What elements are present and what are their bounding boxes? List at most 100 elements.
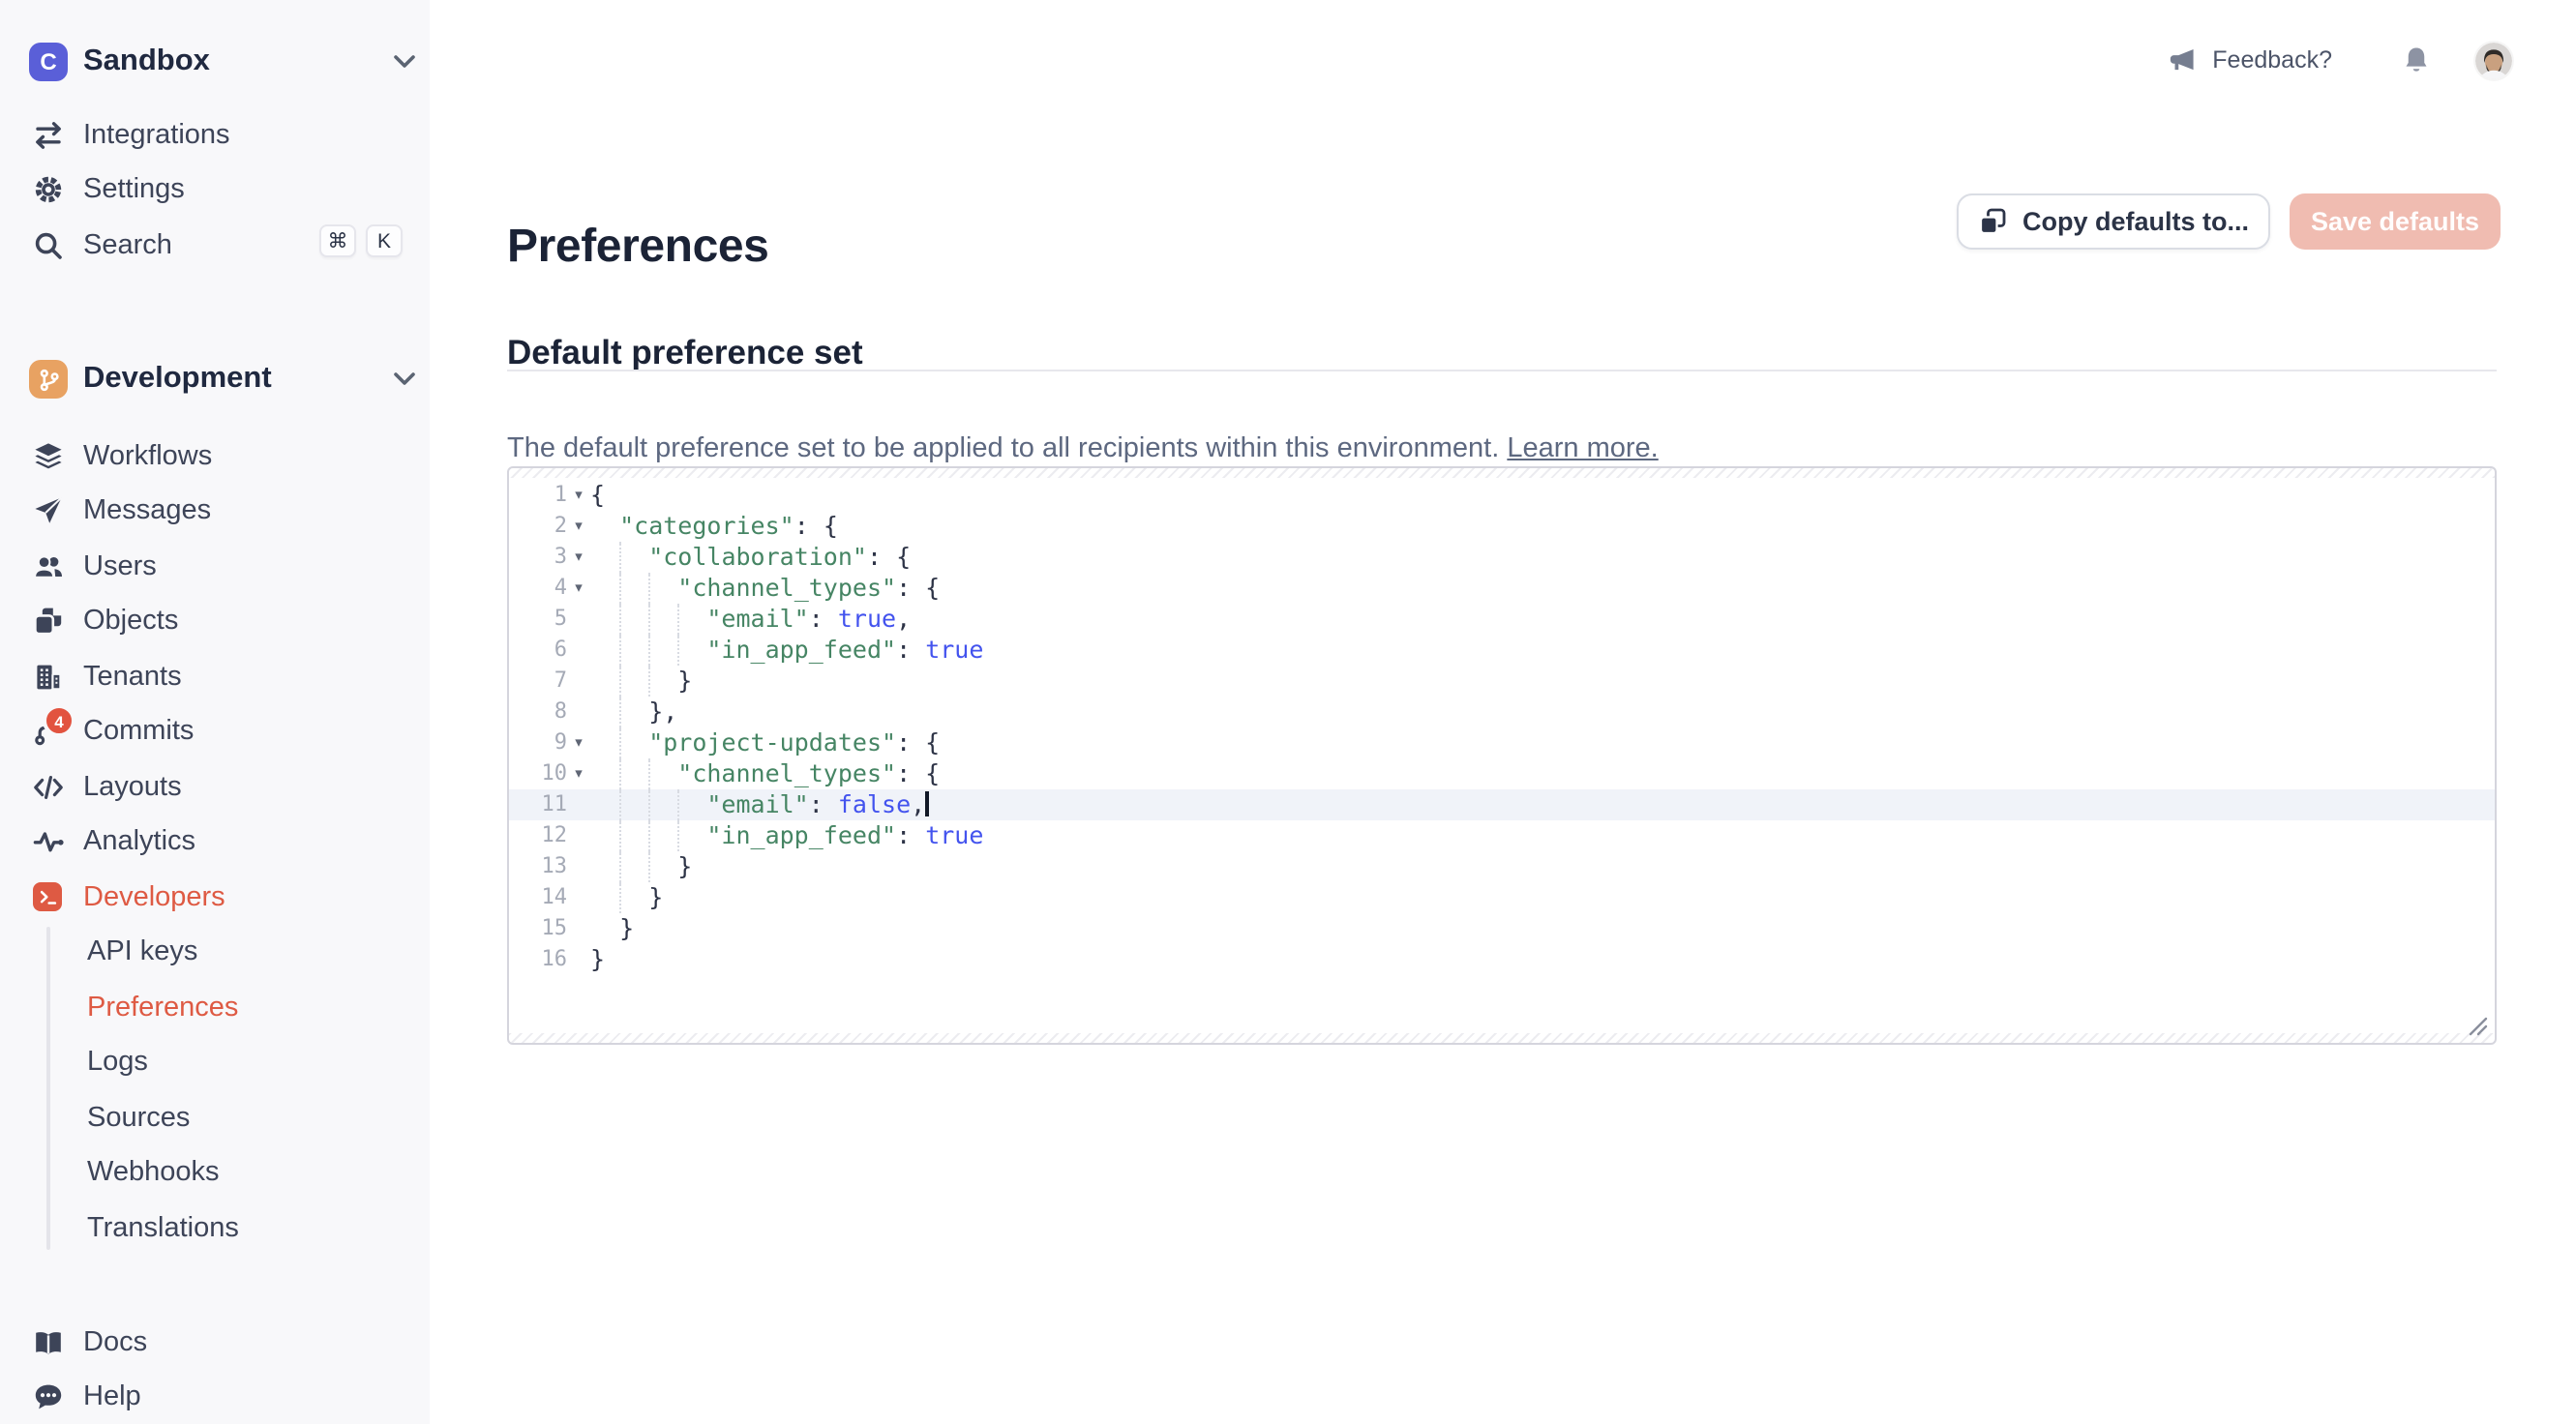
sidebar-subitem-preferences[interactable]: Preferences bbox=[87, 987, 238, 1029]
environment-switcher[interactable]: Development bbox=[29, 352, 272, 406]
code-line-11[interactable]: 11"email": false, bbox=[509, 789, 2495, 820]
code-line-4[interactable]: 4▾ "channel_types": { bbox=[509, 573, 2495, 604]
indent-guide bbox=[677, 604, 706, 635]
code-line-8[interactable]: 8}, bbox=[509, 697, 2495, 727]
code-line-3[interactable]: 3▾"collaboration": { bbox=[509, 542, 2495, 573]
fold-icon[interactable]: ▾ bbox=[567, 480, 590, 511]
sidebar-subitem-logs[interactable]: Logs bbox=[87, 1041, 148, 1083]
json-key: "channel_types" bbox=[677, 573, 896, 602]
indent-guide bbox=[619, 758, 648, 789]
code-line-5[interactable]: 5"email": true, bbox=[509, 604, 2495, 635]
copy-defaults-button[interactable]: Copy defaults to... bbox=[1957, 193, 2270, 250]
indent-space bbox=[590, 511, 619, 542]
indent-guide bbox=[677, 820, 706, 851]
code-line-7[interactable]: 7} bbox=[509, 666, 2495, 697]
indent-space bbox=[590, 882, 619, 913]
sidebar-item-label: Users bbox=[83, 551, 157, 582]
json-punctuation: : bbox=[809, 604, 838, 633]
line-number: 1 bbox=[509, 480, 567, 511]
chat-bubble-icon bbox=[33, 1381, 64, 1412]
code-line-10[interactable]: 10▾"channel_types": { bbox=[509, 758, 2495, 789]
line-number: 14 bbox=[509, 882, 567, 913]
terminal-icon bbox=[33, 882, 62, 911]
indent-guide bbox=[619, 727, 648, 758]
line-number: 5 bbox=[509, 604, 567, 635]
indent-space bbox=[590, 851, 619, 882]
feedback-button[interactable]: Feedback? bbox=[2168, 0, 2332, 120]
copy-icon bbox=[1978, 207, 2007, 236]
json-punctuation: : { bbox=[896, 573, 940, 602]
sidebar-item-developers[interactable]: Developers bbox=[33, 875, 225, 921]
indent-guide bbox=[648, 789, 677, 820]
layers-icon bbox=[33, 441, 64, 472]
notifications-button[interactable] bbox=[2402, 0, 2431, 120]
code-line-1[interactable]: 1▾{ bbox=[509, 480, 2495, 511]
sidebar-subitem-webhooks[interactable]: Webhooks bbox=[87, 1151, 220, 1194]
save-defaults-button[interactable]: Save defaults bbox=[2290, 193, 2501, 250]
line-number: 7 bbox=[509, 666, 567, 697]
sidebar: C Sandbox Integrations Settings bbox=[0, 0, 432, 1424]
search-icon bbox=[33, 230, 64, 261]
code-brackets-icon bbox=[33, 772, 64, 803]
indent-guide bbox=[619, 882, 648, 913]
sidebar-item-docs[interactable]: Docs bbox=[33, 1320, 147, 1366]
fold-icon[interactable]: ▾ bbox=[567, 542, 590, 573]
indent-guide bbox=[648, 851, 677, 882]
commits-count-badge: 4 bbox=[43, 704, 75, 737]
json-boolean: true bbox=[925, 635, 983, 664]
indent-guide bbox=[648, 635, 677, 666]
indent-space bbox=[590, 789, 619, 820]
code-line-12[interactable]: 12"in_app_feed": true bbox=[509, 820, 2495, 851]
code-line-6[interactable]: 6"in_app_feed": true bbox=[509, 635, 2495, 666]
code-line-13[interactable]: 13} bbox=[509, 851, 2495, 882]
sidebar-item-tenants[interactable]: Tenants bbox=[33, 654, 182, 700]
sidebar-item-settings[interactable]: Settings bbox=[33, 166, 185, 213]
code-text: }, bbox=[590, 697, 677, 727]
sidebar-item-label: Layouts bbox=[83, 772, 182, 803]
json-key: "email" bbox=[706, 604, 808, 633]
indent-guide bbox=[619, 635, 648, 666]
sidebar-item-search[interactable]: Search bbox=[33, 222, 172, 269]
fold-icon[interactable]: ▾ bbox=[567, 573, 590, 604]
code-line-9[interactable]: 9▾"project-updates": { bbox=[509, 727, 2495, 758]
code-text: "project-updates": { bbox=[590, 727, 940, 758]
fold-icon[interactable]: ▾ bbox=[567, 758, 590, 789]
sidebar-item-users[interactable]: Users bbox=[33, 544, 157, 590]
fold-icon[interactable]: ▾ bbox=[567, 727, 590, 758]
sidebar-item-commits[interactable]: 4 Commits bbox=[33, 708, 194, 755]
code-line-2[interactable]: 2▾"categories": { bbox=[509, 511, 2495, 542]
json-punctuation: : { bbox=[794, 511, 838, 540]
code-line-16[interactable]: 16} bbox=[509, 944, 2495, 975]
sidebar-item-layouts[interactable]: Layouts bbox=[33, 764, 182, 811]
users-icon bbox=[33, 551, 64, 582]
json-boolean: false bbox=[838, 789, 911, 818]
learn-more-link[interactable]: Learn more. bbox=[1507, 432, 1658, 463]
code-line-15[interactable]: 15} bbox=[509, 913, 2495, 944]
code-text: "in_app_feed": true bbox=[590, 820, 983, 851]
sidebar-item-help[interactable]: Help bbox=[33, 1374, 141, 1420]
code-lines: 1▾{2▾"categories": {3▾"collaboration": {… bbox=[509, 480, 2495, 975]
code-text: { bbox=[590, 480, 605, 511]
sidebar-item-label: Developers bbox=[83, 882, 225, 913]
json-code-editor[interactable]: 1▾{2▾"categories": {3▾"collaboration": {… bbox=[507, 466, 2497, 1045]
sidebar-subitem-api-keys[interactable]: API keys bbox=[87, 931, 197, 973]
user-avatar[interactable] bbox=[2475, 43, 2512, 79]
sidebar-item-integrations[interactable]: Integrations bbox=[33, 112, 230, 159]
resize-handle-icon[interactable] bbox=[2468, 1016, 2489, 1037]
environment-name: Development bbox=[83, 362, 272, 397]
feedback-label: Feedback? bbox=[2212, 46, 2332, 74]
indent-space bbox=[590, 604, 619, 635]
sidebar-subitem-translations[interactable]: Translations bbox=[87, 1207, 239, 1250]
sidebar-subitem-sources[interactable]: Sources bbox=[87, 1097, 190, 1140]
sidebar-item-workflows[interactable]: Workflows bbox=[33, 433, 212, 480]
sidebar-item-analytics[interactable]: Analytics bbox=[33, 818, 195, 865]
code-line-14[interactable]: 14} bbox=[509, 882, 2495, 913]
sidebar-item-objects[interactable]: Objects bbox=[33, 598, 178, 644]
workspace-switcher[interactable]: C Sandbox bbox=[29, 35, 210, 89]
indent-space bbox=[590, 635, 619, 666]
json-key: "collaboration" bbox=[648, 542, 867, 571]
line-number: 4 bbox=[509, 573, 567, 604]
sidebar-item-messages[interactable]: Messages bbox=[33, 488, 211, 534]
fold-icon[interactable]: ▾ bbox=[567, 511, 590, 542]
code-text: "collaboration": { bbox=[590, 542, 911, 573]
